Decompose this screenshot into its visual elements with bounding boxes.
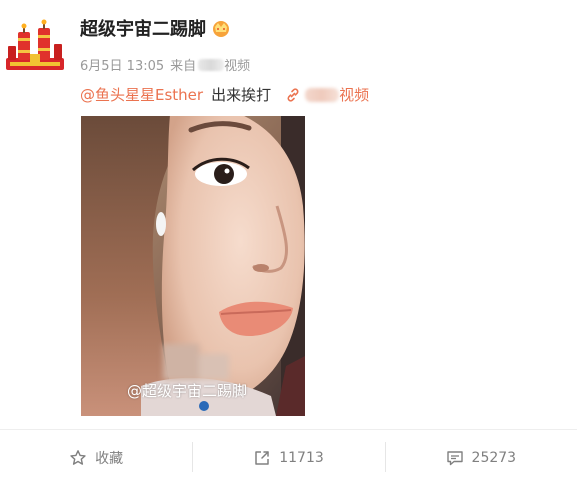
blurred-link-text bbox=[305, 87, 340, 102]
firecracker-avatar-icon bbox=[6, 19, 64, 70]
comment-button[interactable]: 25273 bbox=[384, 430, 577, 485]
post-body: 出来挨打 bbox=[211, 86, 272, 104]
video-link-label[interactable]: 视频 bbox=[339, 84, 369, 105]
avatar[interactable] bbox=[4, 18, 66, 78]
post-meta: 6月5日 13:05 来自 视频 bbox=[80, 55, 250, 74]
video-frame-image bbox=[81, 116, 305, 416]
source-prefix: 来自 bbox=[170, 59, 197, 74]
video-thumbnail[interactable]: @超级宇宙二踢脚 bbox=[81, 116, 305, 416]
share-icon bbox=[253, 449, 271, 467]
video-watermark: @超级宇宙二踢脚 bbox=[127, 382, 248, 400]
author-name-row: 超级宇宙二踢脚 bbox=[80, 16, 232, 40]
star-icon bbox=[69, 449, 87, 467]
comment-icon bbox=[446, 449, 464, 467]
repost-button[interactable]: 11713 bbox=[192, 430, 384, 485]
author-name[interactable]: 超级宇宙二踢脚 bbox=[80, 15, 206, 41]
repost-count: 11713 bbox=[279, 449, 324, 466]
blurred-source bbox=[198, 58, 225, 71]
source-suffix[interactable]: 视频 bbox=[224, 55, 250, 74]
favorite-label: 收藏 bbox=[95, 450, 124, 467]
link-icon[interactable] bbox=[285, 87, 301, 103]
mention-link[interactable]: @鱼头星星Esther bbox=[80, 84, 203, 105]
post-date[interactable]: 6月5日 13:05 bbox=[80, 55, 164, 74]
action-bar: 收藏 11713 25273 bbox=[0, 430, 577, 485]
crown-badge-icon[interactable] bbox=[210, 18, 232, 38]
favorite-button[interactable]: 收藏 bbox=[0, 430, 192, 485]
comment-count: 25273 bbox=[471, 449, 517, 466]
post-text: @鱼头星星Esther 出来挨打 视频 bbox=[80, 84, 369, 105]
